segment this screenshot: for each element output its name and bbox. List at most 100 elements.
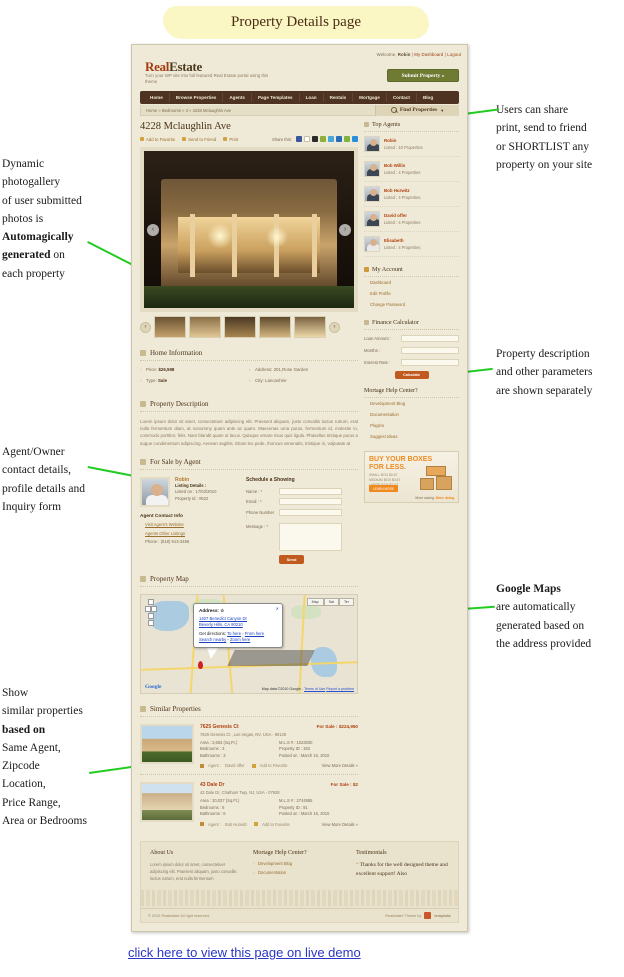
annotation-line: generated based on xyxy=(496,619,585,632)
add-to-favorite-link[interactable]: Add to Favorite xyxy=(262,822,290,827)
sidebar-item-dashboard[interactable]: Dashboard xyxy=(364,277,459,288)
find-properties-button[interactable]: Find Properties ▼ xyxy=(375,104,459,116)
footer-link-documentation[interactable]: Documentation xyxy=(253,870,346,875)
logout-link[interactable]: Logout xyxy=(447,52,461,57)
map-pan-down[interactable] xyxy=(148,612,154,619)
dashboard-link[interactable]: My Dashboard xyxy=(414,52,443,57)
gallery-prev-button[interactable]: ‹ xyxy=(147,223,159,236)
live-demo-link[interactable]: click here to view this page on live dem… xyxy=(128,945,361,960)
share-icon-5[interactable] xyxy=(328,136,334,142)
footer-link-development-blog[interactable]: Development Blog xyxy=(253,861,346,866)
map-type-switcher[interactable]: Map Sat Ter xyxy=(306,597,354,606)
thumbs-next-button[interactable]: › xyxy=(329,321,340,333)
search-nearby-link[interactable]: Search nearby xyxy=(199,637,226,642)
gallery-thumbnail[interactable] xyxy=(224,316,256,338)
similar-property-name[interactable]: 43 Dale Dr xyxy=(200,782,224,788)
facebook-icon[interactable] xyxy=(296,136,302,142)
map-pan-right[interactable] xyxy=(151,605,157,612)
property-thumbnail[interactable] xyxy=(140,723,194,764)
add-to-favorite-link[interactable]: Add to Favorite xyxy=(260,763,288,768)
nav-item-rentals[interactable]: Rentals xyxy=(324,93,354,102)
nav-item-browse-properties[interactable]: Browse Properties xyxy=(170,93,224,102)
map-pan-up[interactable] xyxy=(148,598,154,605)
interest-rate-input[interactable] xyxy=(401,359,459,366)
nav-item-loan[interactable]: Loan xyxy=(300,93,324,102)
map-zoom-controls[interactable] xyxy=(145,598,157,627)
agent-listed-count: Listed : 4 Properties xyxy=(384,220,421,225)
submit-property-button[interactable]: Submit Property » xyxy=(387,69,459,82)
gallery-thumbnail[interactable] xyxy=(189,316,221,338)
map-type-ter[interactable]: Ter xyxy=(339,597,354,606)
calculate-button[interactable]: Calculate xyxy=(394,371,429,379)
sidebar-item-edit-profile[interactable]: Edit Profile xyxy=(364,288,459,299)
map-bubble-address[interactable]: 1407 Benedict Canyon Dr Beverly Hills, C… xyxy=(199,616,277,628)
loan-amount-input[interactable] xyxy=(401,335,459,342)
map-report-link[interactable]: Report a problem xyxy=(326,687,354,691)
agent-website-link[interactable]: Visit Agent's Website xyxy=(145,522,184,527)
map-terms-link[interactable]: Terms of Use xyxy=(304,687,325,691)
gallery-next-button[interactable]: › xyxy=(339,223,351,236)
map-info-bubble: ✕ Address: ☆ 1407 Benedict Canyon Dr Bev… xyxy=(193,602,283,648)
share-icon-3[interactable] xyxy=(312,136,318,142)
message-field[interactable] xyxy=(279,523,342,552)
similar-property-price: For Sale : $224,950 xyxy=(316,723,358,729)
nav-item-agents[interactable]: Agents xyxy=(223,93,252,102)
agent-list-item[interactable]: Bob Willis Listed : 4 Properties xyxy=(364,157,459,182)
breadcrumb[interactable]: Home » Bedrooms » 3 » 4228 Mclaughlin Av… xyxy=(141,108,231,113)
interest-rate-label: Interest Rate : xyxy=(364,360,391,365)
agent-list-item[interactable]: David offer Listed : 4 Properties xyxy=(364,207,459,232)
sidebar-item-plugins[interactable]: Plugins xyxy=(364,420,459,431)
gallery-thumbnail[interactable] xyxy=(259,316,291,338)
gallery-column xyxy=(190,213,196,277)
from-here-link[interactable]: From here xyxy=(245,631,264,636)
sidebar-item-documentation[interactable]: Documentation xyxy=(364,409,459,420)
similar-property-name[interactable]: 7625 Genesis Ct xyxy=(200,724,239,730)
info-icon xyxy=(140,350,146,356)
agent-list-item[interactable]: Robin Listed : 10 Properties xyxy=(364,132,459,157)
share-icon-8[interactable] xyxy=(352,136,358,142)
annotation-line: Zipcode xyxy=(2,760,40,773)
agent-other-listings-link[interactable]: Agents Other Listings xyxy=(145,531,185,536)
months-input[interactable] xyxy=(401,347,459,354)
agent-list-item[interactable]: Bob Hurwitz Listed : 4 Properties xyxy=(364,182,459,207)
nav-item-home[interactable]: Home xyxy=(144,93,170,102)
gallery-thumbnail[interactable] xyxy=(154,316,186,338)
share-icon-6[interactable] xyxy=(336,136,342,142)
property-thumbnail[interactable] xyxy=(140,782,194,823)
sidebar-item-development-blog[interactable]: Development Blog xyxy=(364,398,459,409)
property-photo-gallery[interactable]: ‹ › xyxy=(140,147,358,312)
gallery-thumbnail[interactable] xyxy=(294,316,326,338)
to-here-link[interactable]: To here xyxy=(227,631,241,636)
print-action[interactable]: Print xyxy=(223,137,238,142)
add-to-favorite-action[interactable]: Add to Favorite xyxy=(140,137,175,142)
share-icon-4[interactable] xyxy=(320,136,326,142)
property-map-heading: Property Map xyxy=(140,575,358,587)
view-more-details-link[interactable]: View More Details » xyxy=(322,822,358,827)
close-icon[interactable]: ✕ xyxy=(276,606,279,611)
zoom-here-link[interactable]: Zoom here xyxy=(230,637,250,642)
email-field[interactable] xyxy=(279,498,342,506)
sidebar-item-suggest-ideas[interactable]: Suggest Ideas xyxy=(364,431,459,442)
map-type-map[interactable]: Map xyxy=(306,597,324,606)
view-more-details-link[interactable]: View More Details » xyxy=(322,763,358,768)
sidebar-advertisement[interactable]: BUY YOUR BOXES FOR LESS. SMALL BOX $0.67… xyxy=(364,451,459,503)
sidebar-item-change-password[interactable]: Change Password xyxy=(364,299,459,310)
nav-item-blog[interactable]: Blog xyxy=(417,93,439,102)
send-button[interactable]: Send xyxy=(279,554,304,564)
send-to-friend-action[interactable]: Send to Friend xyxy=(182,137,216,142)
share-icon-7[interactable] xyxy=(344,136,350,142)
map-type-sat[interactable]: Sat xyxy=(323,597,339,606)
agent-list-item[interactable]: Elisabeth Listed : 4 Properties xyxy=(364,232,459,257)
thumbs-prev-button[interactable]: ‹ xyxy=(140,321,151,333)
share-icon-2[interactable] xyxy=(304,136,310,142)
name-field[interactable] xyxy=(279,487,342,495)
nav-item-mortgage[interactable]: Mortgage xyxy=(353,93,387,102)
phone-field[interactable] xyxy=(279,508,342,516)
nav-item-page-templates[interactable]: Page Templates xyxy=(252,93,300,102)
map-zoom-in[interactable] xyxy=(148,619,154,626)
google-map[interactable]: Map Sat Ter ✕ Address: ☆ 1407 Benedict C… xyxy=(140,593,358,694)
ad-learn-more-button[interactable]: LEARN MORE xyxy=(369,485,399,492)
agent-listed-count: Listed : 4 Properties xyxy=(384,170,421,175)
document-icon xyxy=(140,401,146,407)
nav-item-contact[interactable]: Contact xyxy=(387,93,417,102)
